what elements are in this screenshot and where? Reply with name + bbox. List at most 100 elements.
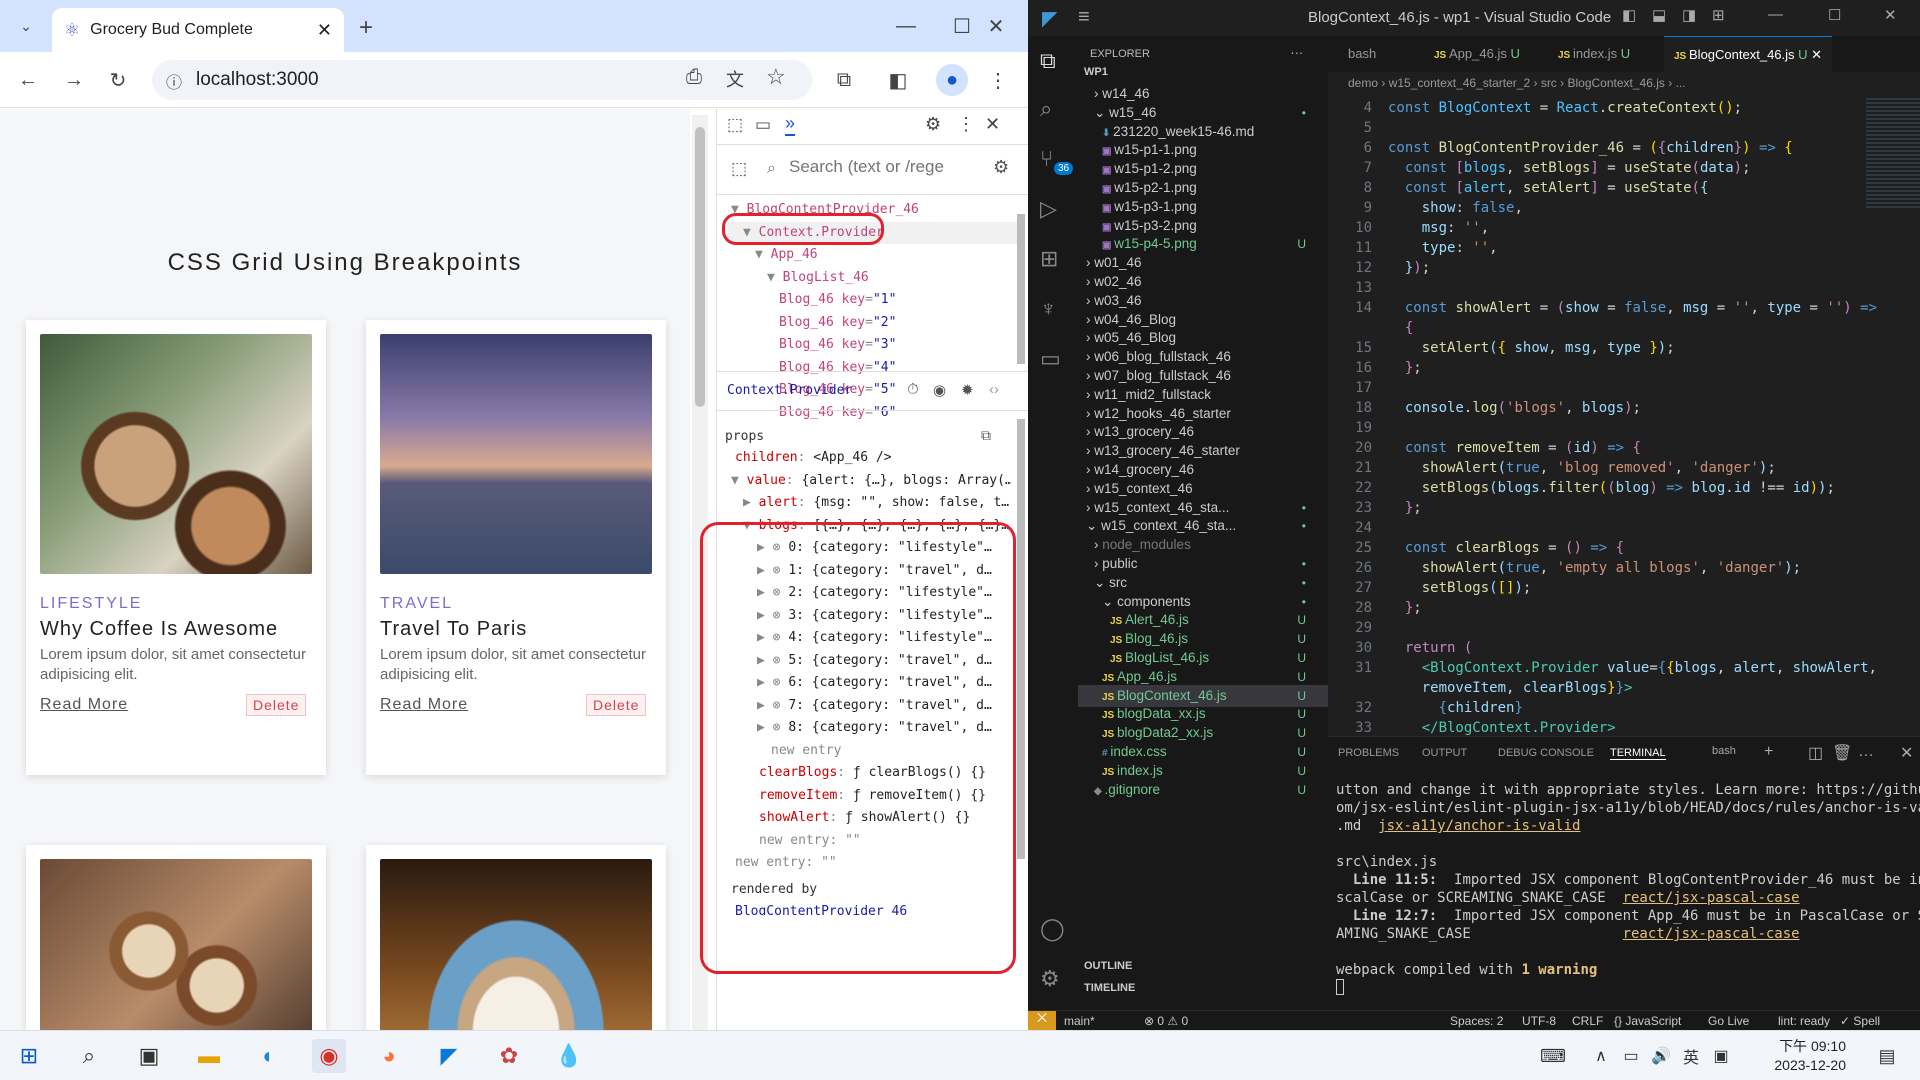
eslint-status[interactable]: lint: ready <box>1778 1014 1830 1028</box>
props-scrollbar[interactable] <box>1015 401 1027 1029</box>
inspect-element-icon[interactable]: ⬚ <box>727 115 743 135</box>
panel-tab[interactable]: TERMINAL <box>1610 747 1666 760</box>
manage-gear-icon[interactable]: ⚙ <box>1040 966 1060 992</box>
minimize-icon[interactable]: — <box>890 10 922 42</box>
firefox-icon[interactable]: ◕ <box>372 1039 406 1073</box>
run-debug-icon[interactable]: ▷ <box>1040 196 1057 222</box>
folder-chevron-icon[interactable]: › <box>1086 312 1094 327</box>
folder-chevron-icon[interactable]: › <box>1086 481 1094 496</box>
prop-row[interactable]: ▼ value: {alert: {…}, blogs: Array(… <box>731 470 1011 493</box>
editor-tab[interactable]: JS App_46.js U <box>1424 36 1530 72</box>
address-bar[interactable]: ⓘ localhost:3000 ⎙ 文 ☆ <box>152 60 812 100</box>
translate-icon[interactable]: 文 <box>726 66 744 92</box>
component-settings-icon[interactable]: ⚙ <box>993 157 1009 178</box>
folder-chevron-icon[interactable]: › <box>1086 387 1094 402</box>
language-mode[interactable]: {} JavaScript <box>1614 1014 1681 1028</box>
panel-tab[interactable]: OUTPUT <box>1422 747 1467 759</box>
folder-chevron-icon[interactable]: › <box>1094 86 1102 101</box>
folder-chevron-icon[interactable]: ⌄ <box>1094 575 1109 590</box>
folder-chevron-icon[interactable]: › <box>1086 443 1094 458</box>
prop-row[interactable]: ▶ alert: {msg: "", show: false, t… <box>731 492 1011 515</box>
remote-explorer-icon[interactable]: ▭ <box>1040 346 1061 372</box>
folder-chevron-icon[interactable]: › <box>1086 274 1094 289</box>
tab-close-icon[interactable]: ✕ <box>1808 47 1822 62</box>
device-toolbar-icon[interactable]: ▭ <box>755 115 771 135</box>
site-info-icon[interactable]: ⓘ <box>166 69 182 93</box>
close-devtools-icon[interactable]: ✕ <box>985 114 1000 135</box>
terminal-output[interactable]: utton and change it with appropriate sty… <box>1336 781 1920 995</box>
timeline-section[interactable]: TIMELINE <box>1084 982 1135 994</box>
remote-indicator-icon[interactable]: ⨉ <box>1028 1011 1056 1030</box>
tree-node[interactable]: ▼ BlogList_46 <box>727 267 1017 290</box>
workspace-root[interactable]: WP1 <box>1084 66 1108 78</box>
windows-start-icon[interactable]: ⊞ <box>12 1039 46 1073</box>
back-icon[interactable]: ← <box>12 64 44 96</box>
editor-tab[interactable]: bash <box>1338 36 1386 72</box>
breadcrumb-item[interactable]: src <box>1541 76 1557 90</box>
clock[interactable]: 下午 09:10 2023-12-20 <box>1746 1037 1846 1075</box>
expand-arrow-icon[interactable]: ▶ <box>743 495 759 510</box>
extensions-icon[interactable]: ⧉ <box>828 64 860 96</box>
forward-icon[interactable]: → <box>58 64 90 96</box>
explorer-more-icon[interactable]: … <box>1290 42 1304 57</box>
maximize-icon[interactable]: ☐ <box>946 10 978 42</box>
folder-chevron-icon[interactable]: ⌄ <box>1102 594 1117 609</box>
chrome-icon[interactable]: ◉ <box>312 1039 346 1073</box>
panel-tab[interactable]: DEBUG CONSOLE <box>1498 747 1594 759</box>
close-panel-icon[interactable]: ✕ <box>1900 743 1913 763</box>
vscode-icon[interactable]: ◤ <box>432 1039 466 1073</box>
folder-chevron-icon[interactable]: › <box>1086 424 1094 439</box>
problems-count[interactable]: ⊗ 0 ⚠ 0 <box>1144 1014 1188 1028</box>
minimap[interactable] <box>1866 98 1920 208</box>
editor-tab[interactable]: JS index.js U <box>1548 36 1640 72</box>
toggle-sidebar-icon[interactable]: ◧ <box>1622 6 1636 24</box>
install-app-icon[interactable]: ⎙ <box>686 66 702 89</box>
network-icon[interactable]: ▭ <box>1614 1039 1648 1073</box>
folder-chevron-icon[interactable]: › <box>1086 406 1094 421</box>
keyboard-icon[interactable]: ⌨ <box>1536 1039 1570 1073</box>
folder-chevron-icon[interactable]: ⌄ <box>1086 518 1101 533</box>
source-control-icon[interactable]: ⑂ <box>1040 146 1053 172</box>
eye-icon[interactable]: ◉ <box>933 381 946 399</box>
file-tree-item[interactable]: ◆ .gitignore U <box>1078 779 1328 801</box>
customize-layout-icon[interactable]: ⊞ <box>1712 6 1725 24</box>
line-endings[interactable]: CRLF <box>1572 1014 1603 1028</box>
breadcrumb-item[interactable]: ... <box>1676 76 1686 90</box>
explorer-icon[interactable]: ⧉ <box>1040 48 1056 74</box>
delete-button[interactable]: Delete <box>246 694 307 716</box>
component-search-input[interactable] <box>789 157 959 177</box>
devtools-menu-icon[interactable]: ⋮ <box>957 114 975 135</box>
paint-icon[interactable]: ✿ <box>492 1039 526 1073</box>
tree-node[interactable]: Blog_46 key="3" <box>727 334 1017 357</box>
volume-icon[interactable]: 🔊 <box>1644 1039 1678 1073</box>
browser-tab[interactable]: ⚛ Grocery Bud Complete ✕ <box>52 8 344 52</box>
folder-chevron-icon[interactable]: › <box>1086 349 1094 364</box>
reload-icon[interactable]: ↻ <box>102 64 134 96</box>
tree-node[interactable]: Blog_46 key="2" <box>727 312 1017 335</box>
folder-chevron-icon[interactable]: › <box>1086 368 1094 383</box>
delete-button[interactable]: Delete <box>586 694 647 716</box>
split-terminal-icon[interactable]: ◫ <box>1808 743 1823 763</box>
kill-terminal-icon[interactable]: 🗑 <box>1832 743 1852 763</box>
encoding[interactable]: UTF-8 <box>1522 1014 1556 1028</box>
folder-chevron-icon[interactable]: › <box>1086 293 1094 308</box>
close-window-icon[interactable]: ✕ <box>980 10 1012 42</box>
bug-icon[interactable]: ✹ <box>961 381 974 399</box>
folder-chevron-icon[interactable]: › <box>1094 556 1102 571</box>
file-explorer-icon[interactable]: ▬ <box>192 1039 226 1073</box>
ime-mode-icon[interactable]: ▣ <box>1704 1039 1738 1073</box>
expand-arrow-icon[interactable]: ▼ <box>767 270 783 285</box>
toggle-secondary-icon[interactable]: ◨ <box>1682 6 1696 24</box>
toggle-panel-icon[interactable]: ⬓ <box>1652 6 1666 24</box>
side-panel-icon[interactable]: ◧ <box>882 64 914 96</box>
task-view-icon[interactable]: ▣ <box>132 1039 166 1073</box>
tree-node[interactable]: ▼ App_46 <box>727 244 1017 267</box>
outline-section[interactable]: OUTLINE <box>1084 960 1132 972</box>
menu-hamburger-icon[interactable]: ≡ <box>1078 6 1090 29</box>
breadcrumb-item[interactable]: demo <box>1348 76 1378 90</box>
git-branch[interactable]: main* <box>1064 1014 1095 1028</box>
terminal-name[interactable]: bash <box>1712 745 1736 757</box>
minimize-icon[interactable]: — <box>1768 6 1783 23</box>
maximize-icon[interactable]: ☐ <box>1828 6 1841 24</box>
account-icon[interactable]: ◯ <box>1040 916 1065 942</box>
